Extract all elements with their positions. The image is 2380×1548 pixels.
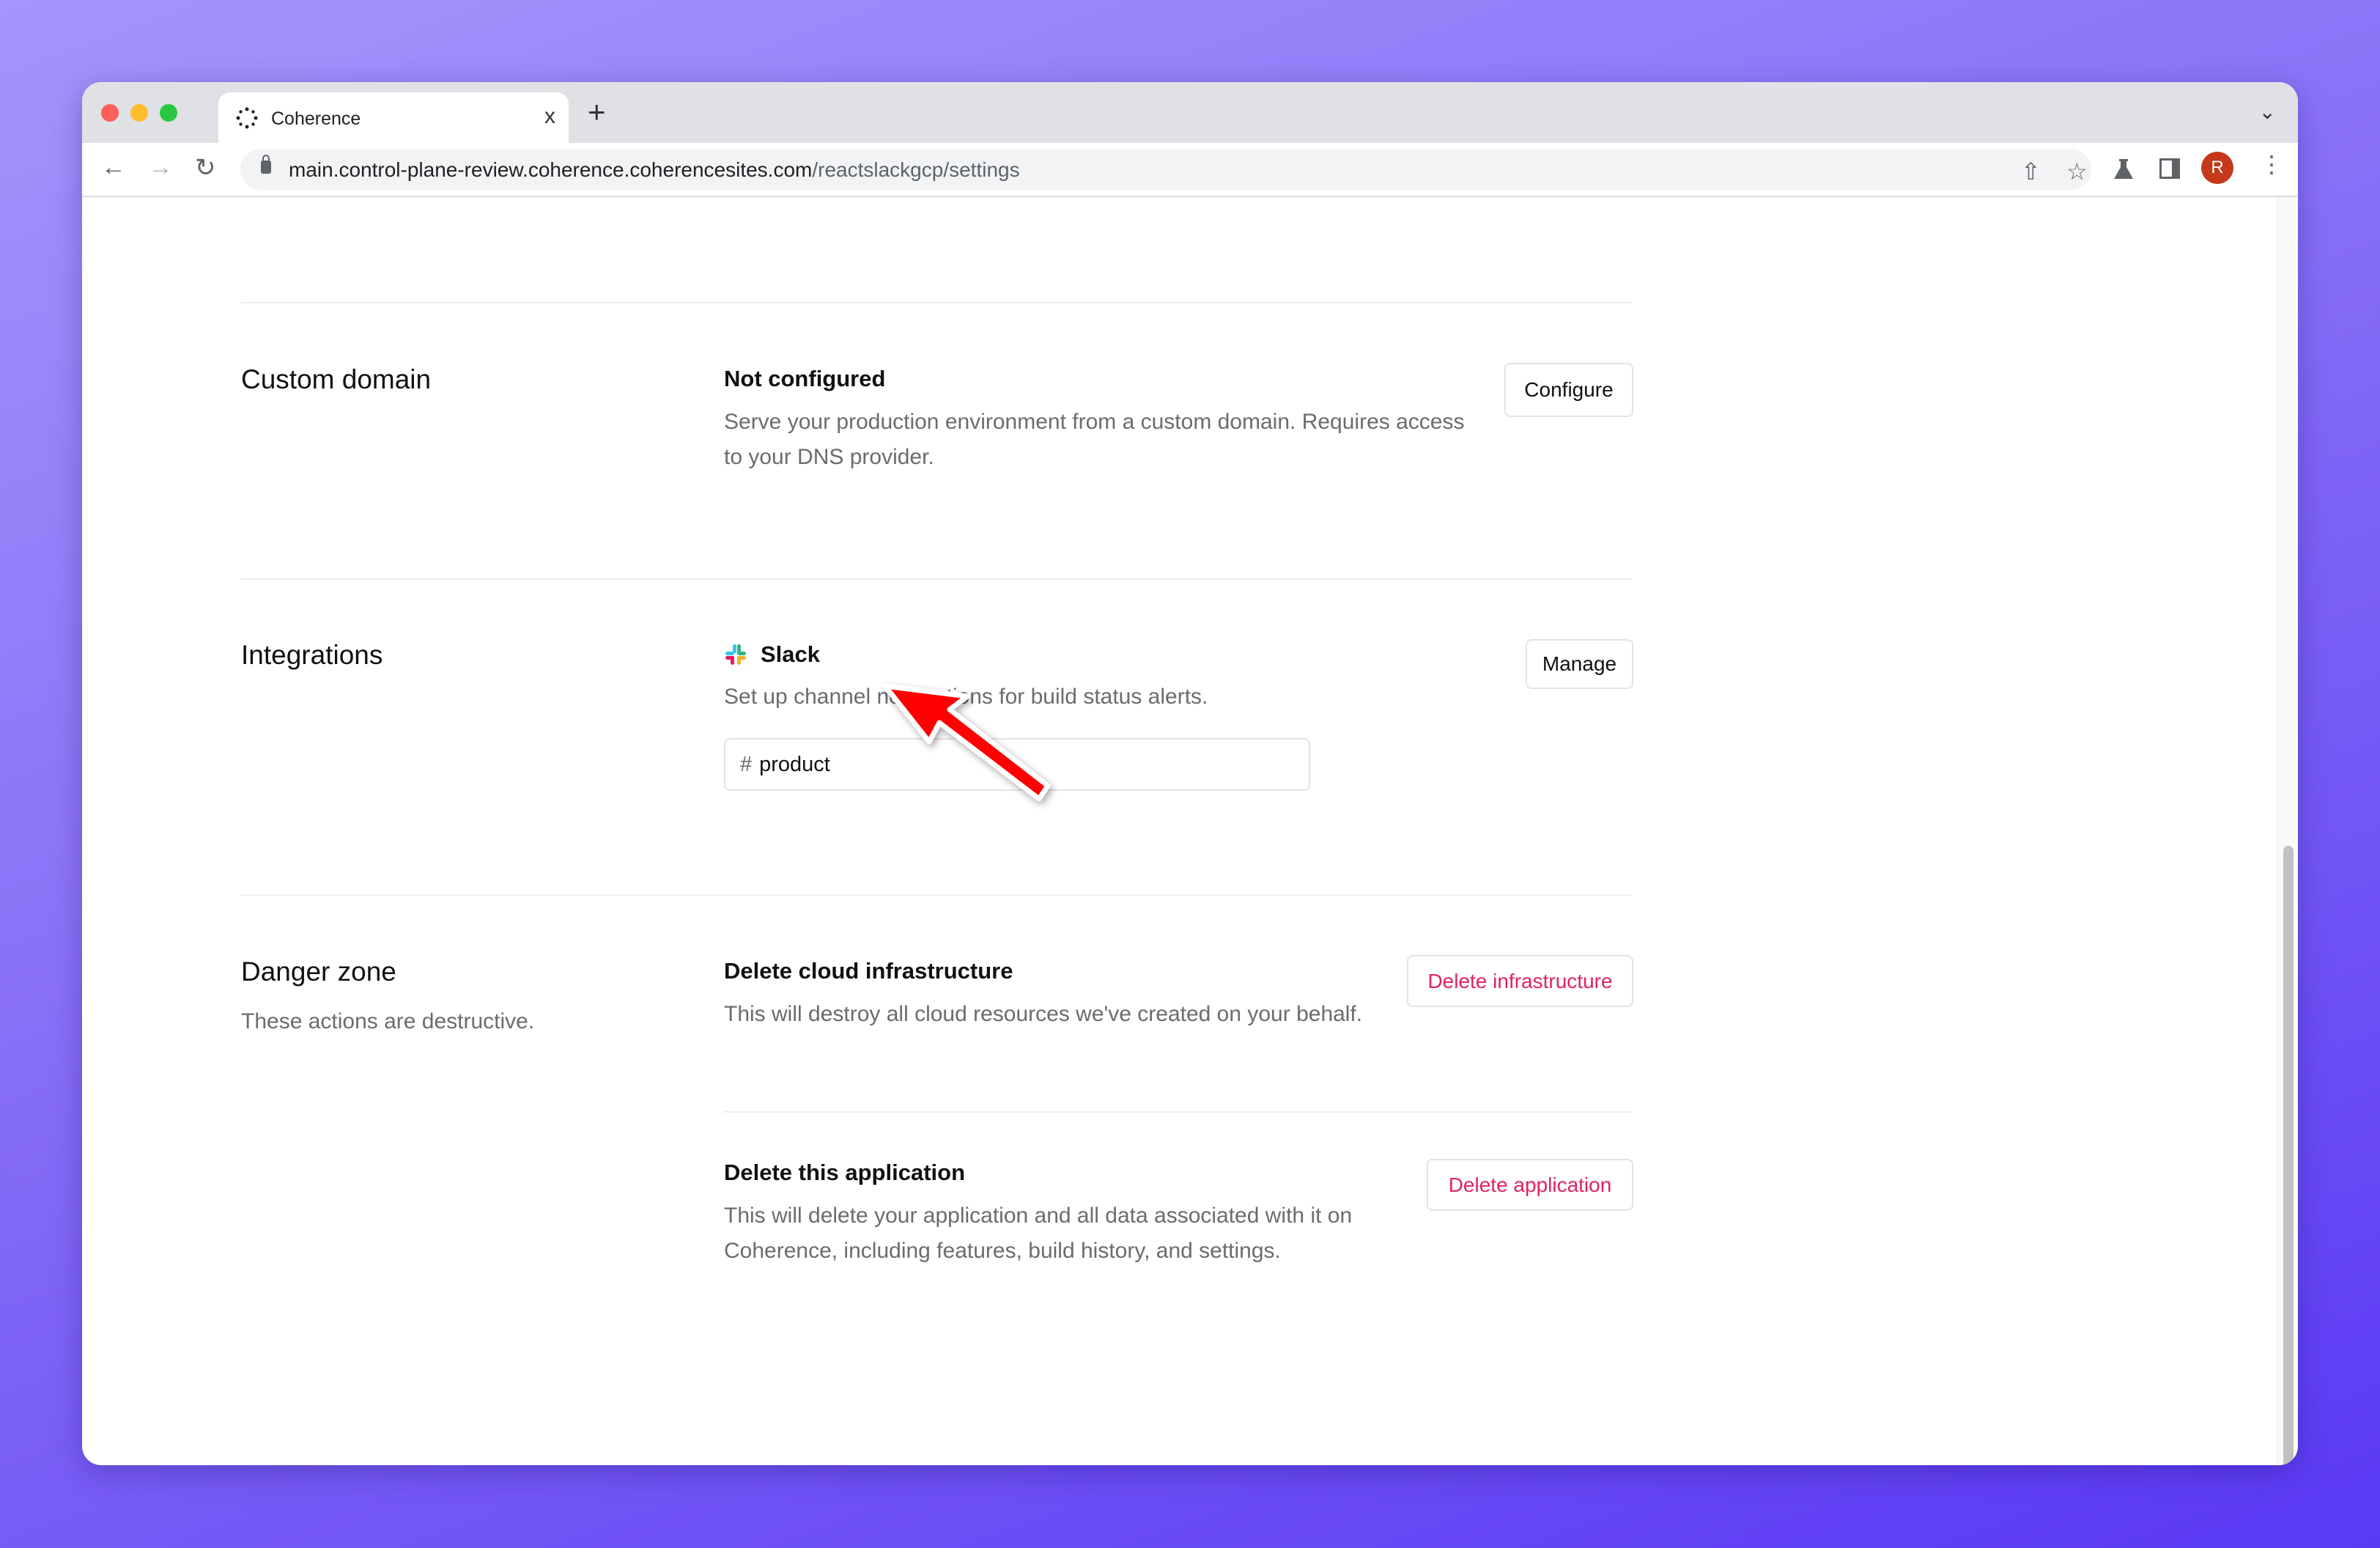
close-window-button[interactable] <box>101 104 119 122</box>
settings-page: Custom domain Not configured Serve your … <box>82 197 2298 1465</box>
lock-icon <box>261 155 271 174</box>
tab-strip: Coherence x + ⌄ <box>82 82 2298 145</box>
custom-domain-status: Not configured <box>724 366 886 391</box>
browser-toolbar: ← → ↻ main.control-plane-review.coherenc… <box>82 143 2298 197</box>
chevron-down-icon[interactable]: ⌄ <box>2259 100 2276 124</box>
delete-app-description: This will delete your application and al… <box>724 1204 1353 1263</box>
url-text: main.control-plane-review.coherence.cohe… <box>289 158 1020 181</box>
integration-name-slack: Slack <box>761 641 821 667</box>
coherence-logo-icon <box>236 107 258 129</box>
flask-icon[interactable] <box>2112 158 2135 181</box>
slack-description: Set up channel notifications for build s… <box>724 685 1208 709</box>
delete-infra-description: This will destroy all cloud resources we… <box>724 1002 1363 1026</box>
more-menu-icon[interactable]: ⋮ <box>2260 150 2283 178</box>
divider <box>241 302 1632 303</box>
forward-icon[interactable]: → <box>148 153 173 182</box>
back-icon[interactable]: ← <box>101 153 126 182</box>
minimize-window-button[interactable] <box>130 104 148 122</box>
section-title-custom-domain: Custom domain <box>241 364 432 394</box>
tab-coherence[interactable]: Coherence x <box>218 92 569 145</box>
configure-button[interactable]: Configure <box>1504 363 1633 417</box>
divider <box>241 894 1632 896</box>
slack-logo-icon <box>725 644 746 665</box>
delete-infrastructure-button[interactable]: Delete infrastructure <box>1407 955 1633 1007</box>
section-title-danger-zone: Danger zone <box>241 957 396 987</box>
share-icon[interactable]: ⇧ <box>2021 158 2041 185</box>
star-icon[interactable]: ☆ <box>2066 158 2088 185</box>
danger-zone-subtitle: These actions are destructive. <box>241 1009 535 1033</box>
tab-title: Coherence <box>271 108 361 129</box>
slack-channel-value: product <box>759 753 830 776</box>
new-tab-button[interactable]: + <box>588 97 606 128</box>
maximize-window-button[interactable] <box>160 104 177 122</box>
custom-domain-description: Serve your production environment from a… <box>724 410 1465 469</box>
scrollbar-thumb[interactable] <box>2283 846 2294 1465</box>
delete-app-title: Delete this application <box>724 1160 966 1185</box>
profile-avatar[interactable]: R <box>2201 152 2233 184</box>
delete-infra-title: Delete cloud infrastructure <box>724 958 1013 984</box>
address-bar[interactable]: main.control-plane-review.coherence.cohe… <box>240 149 2091 190</box>
slack-channel-field[interactable]: # product <box>724 738 1310 791</box>
tab-close-icon[interactable]: x <box>544 104 555 129</box>
manage-button[interactable]: Manage <box>1526 639 1633 689</box>
section-title-integrations: Integrations <box>241 640 383 670</box>
hash-icon: # <box>740 753 753 776</box>
divider <box>724 1111 1632 1113</box>
browser-window: Coherence x + ⌄ ← → ↻ main.control-plane… <box>82 82 2298 1465</box>
scrollbar[interactable] <box>2277 197 2298 1465</box>
delete-application-button[interactable]: Delete application <box>1427 1159 1633 1211</box>
divider <box>241 578 1632 580</box>
side-panel-icon[interactable] <box>2159 158 2181 180</box>
reload-icon[interactable]: ↻ <box>195 153 216 183</box>
